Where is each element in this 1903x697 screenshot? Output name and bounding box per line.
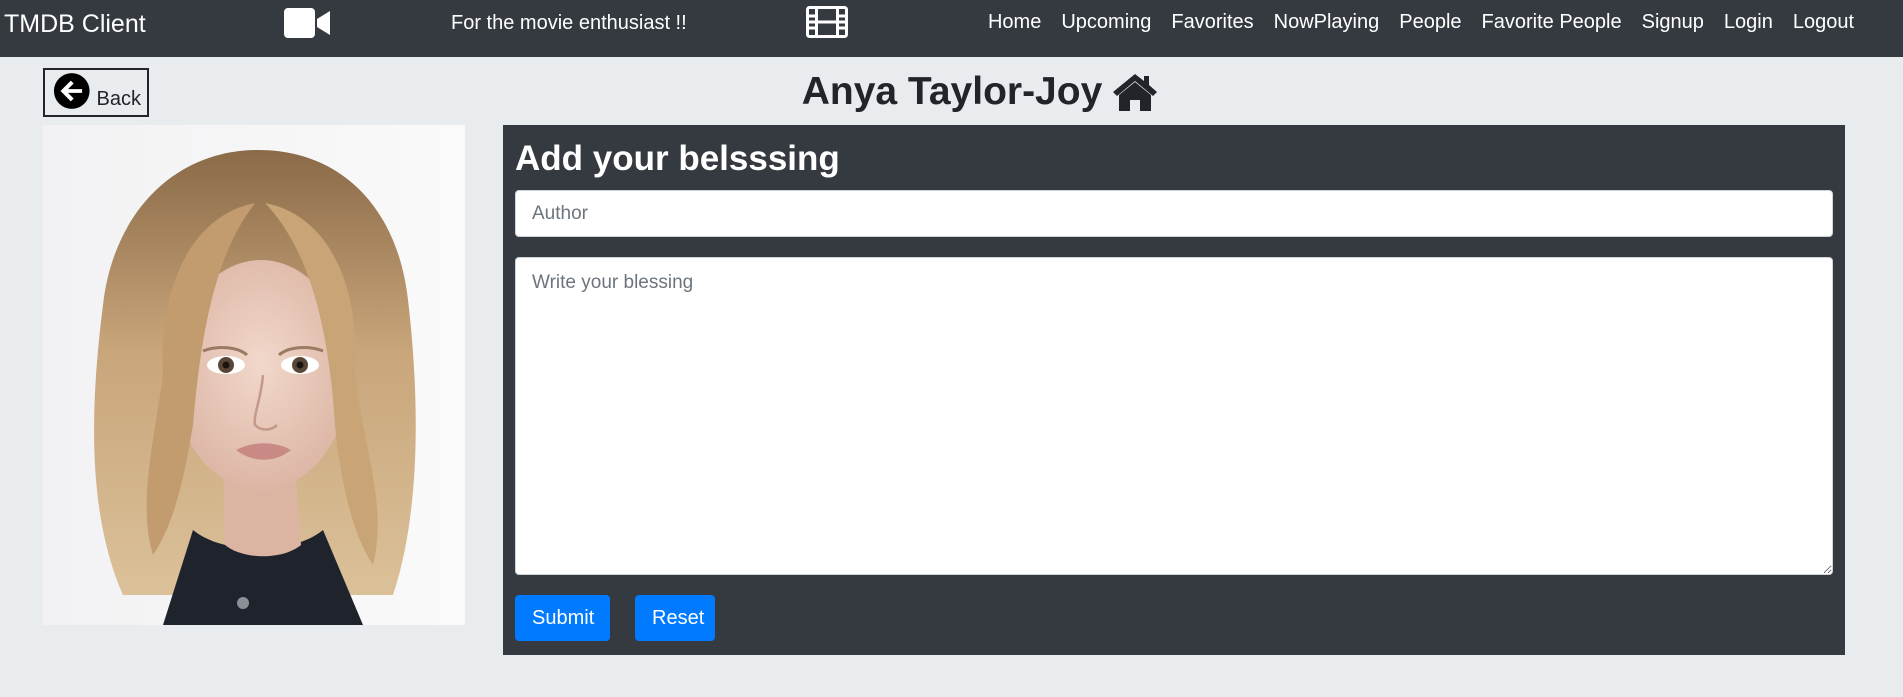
nav-item-favorite-people: Favorite People <box>1482 11 1622 34</box>
nav-item-people: People <box>1399 11 1461 34</box>
reset-button[interactable]: Reset <box>635 595 715 641</box>
blessing-form-panel: Add your belsssing Submit Reset <box>503 125 1845 655</box>
nav-link-logout[interactable]: Logout <box>1793 11 1854 33</box>
nav-link-nowplaying[interactable]: NowPlaying <box>1274 11 1380 33</box>
nav-link-home[interactable]: Home <box>988 11 1041 33</box>
brand-link[interactable]: TMDB Client <box>4 10 146 39</box>
nav-link-favorite-people[interactable]: Favorite People <box>1482 11 1622 33</box>
form-heading: Add your belsssing <box>515 139 840 178</box>
nav-link-signup[interactable]: Signup <box>1642 11 1704 33</box>
nav-link-favorites[interactable]: Favorites <box>1171 11 1253 33</box>
nav-item-favorites: Favorites <box>1171 11 1253 34</box>
page-title: Anya Taylor-Joy <box>0 70 1903 114</box>
nav-item-login: Login <box>1724 11 1773 34</box>
person-portrait <box>43 125 465 625</box>
nav-item-signup: Signup <box>1642 11 1704 34</box>
nav-link-upcoming[interactable]: Upcoming <box>1061 11 1151 33</box>
nav-link-login[interactable]: Login <box>1724 11 1773 33</box>
blessing-textarea[interactable] <box>515 257 1833 575</box>
nav-item-upcoming: Upcoming <box>1061 11 1151 34</box>
navbar-tagline: For the movie enthusiast !! <box>451 12 687 34</box>
person-name-heading: Anya Taylor-Joy <box>801 70 1103 113</box>
film-icon <box>806 6 848 38</box>
nav-link-people[interactable]: People <box>1399 11 1461 33</box>
submit-button[interactable]: Submit <box>515 595 610 641</box>
top-navbar: TMDB Client For the movie enthusiast !! … <box>0 0 1903 57</box>
nav-item-home: Home <box>988 11 1041 34</box>
nav-item-nowplaying: NowPlaying <box>1274 11 1380 34</box>
video-camera-icon <box>284 8 330 38</box>
nav-links: Home Upcoming Favorites NowPlaying Peopl… <box>988 11 1854 34</box>
author-input[interactable] <box>515 190 1833 237</box>
home-icon[interactable] <box>1112 72 1158 112</box>
nav-item-logout: Logout <box>1793 11 1854 34</box>
